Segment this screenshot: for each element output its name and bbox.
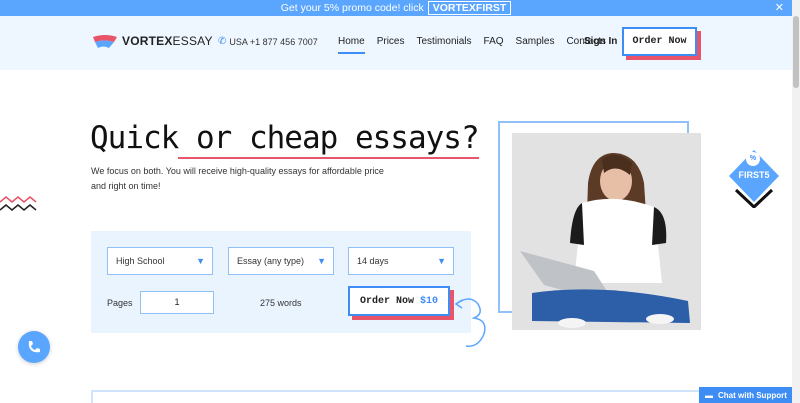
site-header: VORTEXESSAY ✆ USA +1 877 456 7007 Home P… [0,16,792,70]
phone-number[interactable]: ✆ USA +1 877 456 7007 [218,36,318,47]
chevron-down-icon: ▼ [437,256,446,266]
logo[interactable]: VORTEXESSAY [92,33,213,49]
phone-text: USA +1 877 456 7007 [229,36,318,47]
scrollbar[interactable] [792,0,800,403]
close-icon[interactable]: ✕ [775,1,784,14]
pages-label: Pages [107,298,133,308]
badge-code: FIRST5 [738,170,770,180]
chevron-down-icon: ▼ [317,256,326,266]
logo-text: VORTEXESSAY [122,34,213,48]
hero-subtitle: We focus on both. You will receive high-… [91,166,384,191]
student-illustration [512,133,701,330]
order-now-button[interactable]: Order Now [622,27,697,56]
order-price: $10 [420,295,439,307]
main-nav: Home Prices Testimonials FAQ Samples Con… [338,36,618,54]
academic-level-select[interactable]: High School ▼ [107,247,213,275]
call-button[interactable] [18,331,50,363]
percent-icon: % [746,152,760,166]
chat-icon: ▬ [705,390,713,400]
promo-bar: Get your 5% promo code! click VORTEXFIRS… [0,0,792,16]
zigzag-decoration [0,196,37,211]
nav-faq[interactable]: FAQ [484,36,504,47]
sign-in-link[interactable]: Sign In [584,36,617,47]
next-section-box [91,390,704,403]
paper-type-select[interactable]: Essay (any type) ▼ [228,247,334,275]
hero-photo [512,133,701,330]
page-title: Quick or cheap essays? [90,120,480,159]
call-icon [28,341,40,353]
nav-testimonials[interactable]: Testimonials [416,36,471,47]
promo-text: Get your 5% promo code! click [280,2,424,14]
deadline-select[interactable]: 14 days ▼ [348,247,454,275]
order-now-form-button[interactable]: Order Now $10 [348,286,450,316]
nav-prices[interactable]: Prices [377,36,405,47]
word-count: 275 words [260,298,302,308]
scrollbar-thumb[interactable] [793,16,799,88]
nav-samples[interactable]: Samples [516,36,555,47]
phone-icon: ✆ [218,36,227,47]
swirl-decoration [454,298,486,347]
chevron-down-icon: ▼ [196,256,205,266]
pages-input[interactable]: 1 [140,291,214,314]
promo-code[interactable]: VORTEXFIRST [427,1,512,15]
order-calculator: High School ▼ Essay (any type) ▼ 14 days ▼ … [91,231,471,333]
logo-mark-icon [93,35,117,48]
nav-home[interactable]: Home [338,36,365,54]
chat-support-button[interactable]: ▬ Chat with Support [699,387,792,403]
